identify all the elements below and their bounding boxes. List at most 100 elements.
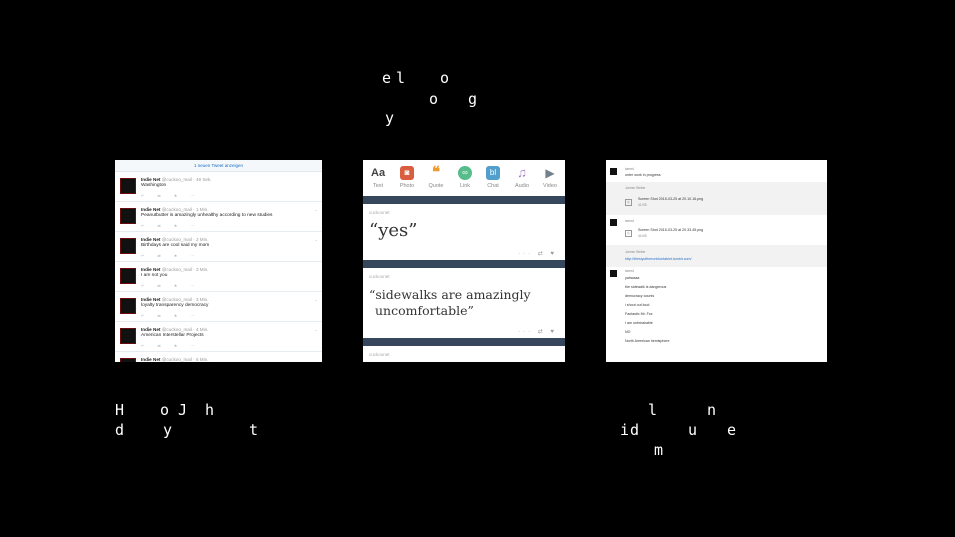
chat-message: tamed unter work in progress [606,160,827,182]
new-tweets-banner[interactable]: 1 neuen Tweet anzeigen [115,160,322,172]
chat-line: Fantastic Mr. Fox [625,312,653,316]
post-type-label: Video [543,183,557,189]
post-type-link[interactable]: ∞ Link [451,166,479,189]
tweet-text: loyalty transparency democracy [141,303,209,308]
letter: m [654,441,664,459]
tumblr-post: cuckoonet “sidewalks are amazingly uncom… [363,268,565,338]
chat-icon: bl [486,166,500,180]
attachment-size: 44 KB [638,234,647,238]
avatar[interactable] [120,328,136,344]
chat-username: tamed [625,219,634,223]
avatar[interactable] [120,268,136,284]
post-type-label: Photo [399,183,415,189]
avatar[interactable] [120,178,136,194]
tweet-text: Peanutbutter is amazingly unhealthy acco… [141,213,273,218]
tweet-meta: @cuckoo_mail · 49 Sek. [161,177,212,182]
post-username[interactable]: cuckoonet [369,352,390,357]
tweet[interactable]: Indie Net @cuckoo_mail · 3 Min. I am not… [115,262,322,292]
chat-username: tamed [625,269,634,273]
post-type-label: Audio [514,183,530,189]
chevron-down-icon[interactable]: ⌄ [315,237,318,242]
avatar [610,168,617,175]
tweet-text: I am not you [141,273,168,278]
letter: o [429,90,439,108]
post-type-chat[interactable]: bl Chat [479,166,507,189]
chat-message: tamed yahwaaa the sidewalk is dangerous … [606,267,827,362]
letter: l [396,69,406,87]
chat-line: the sidewalk is dangerous [625,285,667,289]
tweet-actions[interactable]: ↩⇄★⋯ [141,283,207,288]
text-icon: Aa [371,167,386,179]
tweet-actions[interactable]: ↩⇄★⋯ [141,313,207,318]
letter: e [382,69,392,87]
post-type-quote[interactable]: ❝ Quote [422,165,450,189]
chat-link[interactable]: http://thesiyoitherunbluetablet.tumblr.c… [625,257,692,261]
chat-line: i shout out loud [625,303,650,307]
post-username[interactable]: cuckoonet [369,210,390,215]
post-quote-line: uncomfortable” [375,303,474,318]
letter: g [468,90,478,108]
tweet-actions[interactable]: ↩⇄★⋯ [141,253,207,258]
post-actions[interactable]: ··· ⇄ ♥ [518,250,557,257]
avatar[interactable] [120,238,136,254]
tweet-author[interactable]: Indie Net [141,297,160,302]
file-icon: ⎙ [625,230,632,237]
chat-username: Jochen Weber [625,186,646,190]
letter: J [178,401,188,419]
tweet-text: Washington [141,183,167,188]
post-actions[interactable]: ··· ⇄ ♥ [518,328,557,335]
letter: h [205,401,215,419]
tweet-author[interactable]: Indie Net [141,177,160,182]
tweet-author[interactable]: Indie Net [141,267,160,272]
letter: y [163,421,173,439]
tweet[interactable]: Indie Net @cuckoo_mail · 49 Sek. Washing… [115,172,322,202]
post-type-audio[interactable]: ♫ Audio [508,166,536,190]
tweet-actions[interactable]: ↩⇄★⋯ [141,193,207,198]
tweet-meta: @cuckoo_mail · 5 Min. [161,357,209,362]
post-type-video[interactable]: ▶ Video [536,166,564,189]
avatar [610,219,617,226]
post-quote: “yes” [369,220,418,241]
post-type-text[interactable]: Aa Text [364,166,392,189]
tweet[interactable]: Indie Net @cuckoo_mail · 5 Min. [115,352,322,362]
chevron-down-icon[interactable]: ⌄ [315,327,318,332]
tweet-meta: @cuckoo_mail · 4 Min. [161,327,209,332]
tweet-author[interactable]: Indie Net [141,357,160,362]
avatar[interactable] [120,298,136,314]
tweet-author[interactable]: Indie Net [141,237,160,242]
chat-message: tamed ⎙ Screen Shot 2015-03-25 at 20.33.… [606,215,827,245]
chevron-down-icon[interactable]: ⌄ [315,297,318,302]
chat-text: unter work in progress [625,173,661,177]
attachment-size: 41 KB [638,203,647,207]
letter: e [727,421,737,439]
post-type-photo[interactable]: ◙ Photo [393,166,421,189]
tweet-author[interactable]: Indie Net [141,327,160,332]
post-type-label: Quote [428,183,444,189]
tweet-meta: @cuckoo_mail · 3 Min. [161,297,209,302]
chevron-down-icon[interactable]: ⌄ [315,207,318,212]
chat-line: I am unbreakable [625,321,653,325]
post-type-label: Link [459,183,471,189]
tumblr-post: cuckoonet [363,346,565,362]
tumblr-post: cuckoonet “yes” ··· ⇄ ♥ [363,204,565,260]
tweet[interactable]: Indie Net @cuckoo_mail · 3 Min. ⌄ loyalt… [115,292,322,322]
link-icon: ∞ [458,166,472,180]
letter: i [620,421,630,439]
tweet-author[interactable]: Indie Net [141,207,160,212]
attachment-name[interactable]: Screen Shot 2015-03-25 at 20.10.16.png [638,197,703,201]
tweet[interactable]: Indie Net @cuckoo_mail · 4 Min. ⌄ Americ… [115,322,322,352]
tweet-actions[interactable]: ↩⇄★⋯ [141,223,207,228]
letter: o [160,401,170,419]
camera-icon: ◙ [400,166,414,180]
letter: y [385,109,395,127]
avatar[interactable] [120,358,136,362]
avatar[interactable] [120,208,136,224]
tweet-meta: @cuckoo_mail · 3 Min. [161,267,209,272]
letter: d [630,421,640,439]
tweet[interactable]: Indie Net @cuckoo_mail · 2 Min. ⌄ Birthd… [115,232,322,262]
post-username[interactable]: cuckoonet [369,274,390,279]
attachment-name[interactable]: Screen Shot 2015-03-25 at 20.33.45.png [638,228,703,232]
tweet[interactable]: Indie Net @cuckoo_mail · 1 Min. ⌄ Peanut… [115,202,322,232]
post-type-bar: Aa Text ◙ Photo ❝ Quote ∞ Link bl Chat ♫… [363,160,565,196]
tweet-actions[interactable]: ↩⇄★⋯ [141,343,207,348]
